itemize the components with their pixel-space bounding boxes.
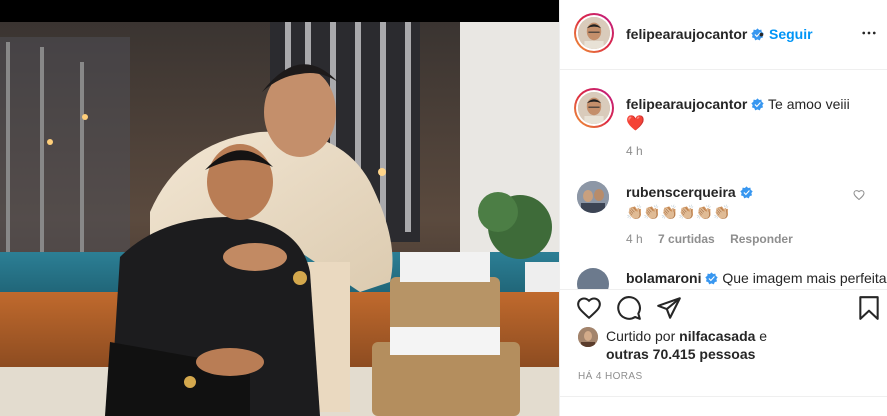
save-button[interactable] — [856, 295, 882, 321]
comment-body: 👏🏼👏🏼👏🏼👏🏼👏🏼👏🏼 — [626, 204, 731, 220]
post-side-panel: felipearaujocantor • Seguir felipearaujo… — [559, 0, 887, 416]
comment-like-heart-icon[interactable] — [853, 189, 865, 201]
likes-middle: e — [755, 328, 768, 344]
verified-badge-icon — [751, 98, 765, 111]
comment-username[interactable]: bolamaroni — [626, 270, 701, 286]
caption-username[interactable]: felipearaujocantor — [626, 96, 747, 112]
post-header: felipearaujocantor • Seguir — [560, 0, 887, 70]
likes-others-link[interactable]: outras 70.415 pessoas — [606, 346, 755, 362]
comment-likes-count[interactable]: 7 curtidas — [658, 232, 715, 246]
commenter-avatar[interactable] — [577, 181, 609, 213]
caption-author-avatar[interactable] — [574, 88, 614, 128]
reply-button[interactable]: Responder — [730, 232, 793, 246]
likes-prefix: Curtido por — [606, 328, 680, 344]
header-separator: • — [759, 26, 764, 42]
author-avatar[interactable] — [574, 13, 614, 53]
comment-text: rubenscerqueira 👏🏼👏🏼👏🏼👏🏼👏🏼👏🏼 — [626, 182, 846, 222]
action-bar — [560, 289, 887, 329]
liker-avatar[interactable] — [578, 327, 598, 347]
heart-emoji: ❤️ — [626, 115, 645, 132]
share-button[interactable] — [656, 295, 682, 321]
likes-text: Curtido por nilfacasada e outras 70.415 … — [606, 327, 876, 363]
comment-meta: 4 h 7 curtidas Responder — [626, 232, 805, 246]
heart-outline-icon[interactable] — [576, 295, 602, 321]
like-button[interactable] — [576, 295, 602, 321]
comment-text: bolamaroni Que imagem mais perfeita — [626, 270, 887, 286]
caption-text: felipearaujocantor Te amoo veiii ❤️ — [626, 95, 876, 133]
verified-badge-icon — [705, 272, 719, 285]
post-photo[interactable] — [0, 22, 559, 416]
verified-badge-icon — [740, 186, 753, 199]
bookmark-icon[interactable] — [856, 295, 882, 321]
add-comment-bar[interactable] — [560, 396, 887, 416]
top-black-bar — [0, 0, 559, 22]
liker-username[interactable]: nilfacasada — [679, 328, 755, 344]
post-photo-area — [0, 0, 559, 416]
caption-body: Te amoo veiii — [768, 96, 850, 112]
post-date[interactable]: HÁ 4 HORAS — [578, 371, 643, 382]
commenter-avatar[interactable] — [577, 268, 609, 289]
comment-timestamp[interactable]: 4 h — [626, 232, 643, 246]
paper-plane-icon[interactable] — [656, 295, 682, 321]
author-username-text[interactable]: felipearaujocantor — [626, 26, 747, 42]
comment-icon[interactable] — [616, 295, 642, 321]
comment-body: Que imagem mais perfeita — [722, 270, 887, 286]
caption-timestamp[interactable]: 4 h — [626, 144, 643, 158]
follow-button[interactable]: Seguir — [769, 26, 813, 42]
comment-button[interactable] — [616, 295, 642, 321]
comment-username[interactable]: rubenscerqueira — [626, 184, 736, 200]
comments-list[interactable]: felipearaujocantor Te amoo veiii ❤️ 4 h … — [560, 71, 887, 289]
author-username[interactable]: felipearaujocantor — [626, 26, 765, 42]
more-horizontal-icon[interactable] — [860, 24, 878, 42]
